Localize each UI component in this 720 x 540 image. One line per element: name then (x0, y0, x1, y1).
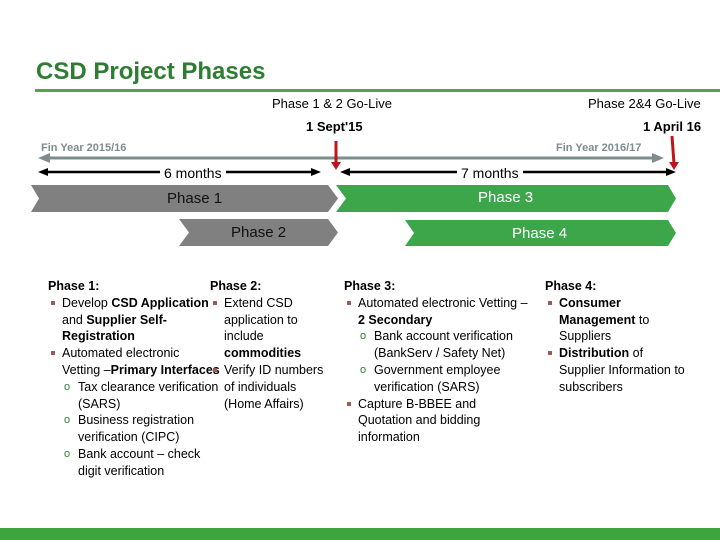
bold-text: CSD Application (111, 295, 209, 310)
phase-1-label: Phase 1 (167, 190, 223, 207)
text: Bank account – check digit verification (78, 446, 201, 478)
fin-year-left-arrowhead-icon (38, 153, 50, 163)
bullet-item: Extend CSD application to include commod… (210, 295, 328, 362)
bullet-list: Automated electronic Vetting – 2 Seconda… (344, 295, 530, 446)
phase-2-details: Phase 2: Extend CSD application to includ… (210, 278, 328, 412)
text: Capture B-BBEE and Quotation and bidding… (358, 396, 481, 445)
bullet-list: Consumer Management to Suppliers Distribu… (545, 295, 685, 396)
phase-1-details: Phase 1: Develop CSD Application and Supp… (48, 278, 220, 480)
timeline-diagram (31, 135, 679, 246)
bold-text: commodities (224, 346, 302, 361)
bullet-item: Consumer Management to Suppliers (545, 295, 685, 345)
text: and (62, 312, 87, 327)
sub-bullet-item: Tax clearance verification (SARS) (48, 379, 220, 413)
six-months-label: 6 months (160, 165, 226, 181)
footer-bar (0, 528, 720, 540)
sub-bullet-item: Bank account – check digit verification (48, 446, 220, 480)
bold-text: 2 Secondary (358, 312, 433, 327)
text: Extend CSD application to include (224, 295, 298, 344)
bullet-list: Extend CSD application to include commod… (210, 295, 328, 413)
bold-text: Consumer Management (559, 295, 636, 327)
phase-heading: Phase 1: (48, 279, 100, 293)
phase-heading: Phase 2: (210, 279, 262, 293)
sept-15-milestone-arrow-icon (331, 141, 341, 170)
bold-text: Distribution (559, 346, 630, 361)
text: Government employee verification (SARS) (374, 362, 501, 394)
sub-bullet-item: Bank account verification (BankServ / Sa… (344, 328, 530, 362)
phase-4-label: Phase 4 (512, 225, 568, 242)
text: Tax clearance verification (SARS) (78, 379, 219, 411)
phase-3-label: Phase 3 (478, 189, 534, 206)
text: Develop (62, 295, 112, 310)
phase-heading: Phase 4: (545, 279, 597, 293)
sub-bullet-item: Business registration verification (CIPC… (48, 412, 220, 446)
bullet-item: Distribution of Supplier Information to … (545, 345, 685, 395)
april-16-milestone-arrow-icon (669, 135, 679, 170)
right-arrowhead-icon (311, 168, 321, 176)
bullet-item: Capture B-BBEE and Quotation and bidding… (344, 396, 530, 446)
bullet-item: Automated electronic Vetting –Primary In… (48, 345, 220, 379)
left-arrowhead-icon (38, 168, 48, 176)
bullet-item: Develop CSD Application and Supplier Sel… (48, 295, 220, 345)
phase-heading: Phase 3: (344, 279, 396, 293)
sub-bullet-item: Government employee verification (SARS) (344, 362, 530, 396)
bullet-item: Automated electronic Vetting – 2 Seconda… (344, 295, 530, 329)
bold-text: Primary Interfaces (110, 362, 220, 377)
bullet-list: Develop CSD Application and Supplier Sel… (48, 295, 220, 480)
text: Verify ID numbers of individuals (Home A… (224, 362, 324, 411)
seven-months-label: 7 months (457, 165, 523, 181)
left-arrowhead-icon (340, 168, 350, 176)
bullet-item: Verify ID numbers of individuals (Home A… (210, 362, 328, 412)
phase-4-details: Phase 4: Consumer Management to Suppliers… (545, 278, 685, 396)
text: Bank account verification (BankServ / Sa… (374, 329, 513, 361)
phase-3-details: Phase 3: Automated electronic Vetting – 2… (344, 278, 530, 446)
fin-year-right-arrowhead-icon (652, 153, 664, 163)
text: Business registration verification (CIPC… (78, 413, 195, 445)
fin-year-arrow (38, 153, 664, 163)
text: Automated electronic Vetting – (358, 295, 528, 310)
phase-2-label: Phase 2 (231, 224, 287, 241)
